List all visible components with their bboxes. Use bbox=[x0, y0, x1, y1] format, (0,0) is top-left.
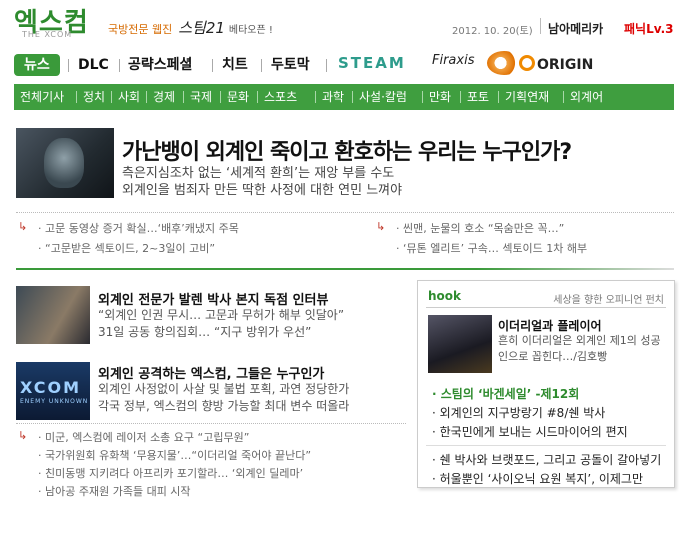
xcom-logo-sub: ENEMY UNKNOWN bbox=[20, 398, 89, 405]
current-date: 2012. 10. 20(토) bbox=[452, 26, 533, 37]
related-link[interactable]: · “고문받은 섹토이드, 2~3일이 고비” bbox=[38, 240, 215, 256]
section-photo[interactable]: 포토 bbox=[467, 84, 489, 110]
xcom-logo-text: XCOM bbox=[20, 378, 82, 397]
nav-news[interactable]: 뉴스 bbox=[14, 54, 60, 76]
bullet-link[interactable]: · 미군, 엑스컴에 레이저 소총 요구 “고립무원” bbox=[38, 429, 249, 445]
nav-dlc[interactable]: DLC bbox=[78, 54, 109, 76]
section-divider bbox=[460, 91, 461, 103]
related-link[interactable]: · ‘뮤톤 엘리트’ 구속… 섹토이드 1차 해부 bbox=[396, 240, 587, 256]
section-alien-lang[interactable]: 외계어 bbox=[570, 84, 603, 110]
section-all[interactable]: 전체기사 bbox=[20, 84, 64, 110]
related-link[interactable]: · 씬맨, 눈물의 호소 “목숨만은 꼭…” bbox=[396, 220, 564, 236]
nav-divider bbox=[326, 59, 327, 72]
hook-link[interactable]: · 허울뿐인 ‘사이오닉 요원 복지’, 이제그만 bbox=[432, 470, 643, 487]
divider-dotted bbox=[16, 423, 406, 424]
section-divider bbox=[76, 91, 77, 103]
headline-title[interactable]: 가난뱅이 외계인 죽이고 환호하는 우리는 누구인가? bbox=[122, 134, 572, 166]
headline-sub-line: 외계인을 범죄자 만든 딱한 사정에 대한 연민 느껴야 bbox=[122, 183, 403, 198]
tagline-beta: 베타오픈 ! bbox=[228, 25, 273, 36]
steam-logo[interactable]: STEAM bbox=[338, 54, 406, 72]
story-title[interactable]: 외계인 전문가 발렌 박사 본지 독점 인터뷰 bbox=[98, 289, 328, 308]
section-economy[interactable]: 경제 bbox=[153, 84, 175, 110]
nav-divider bbox=[212, 59, 213, 72]
site-header: 엑스컴 THE XCOM 국방전문 웹진 스팀21 베타오픈 ! 2012. 10.… bbox=[0, 0, 693, 48]
origin-logo[interactable]: ORIGIN bbox=[537, 57, 593, 73]
section-divider bbox=[352, 91, 353, 103]
nav-divider bbox=[119, 59, 120, 72]
hook-divider bbox=[426, 307, 666, 308]
section-nav: 전체기사 정치 사회 경제 국제 문화 스포츠 과학 사설·칼럼 만화 포토 기… bbox=[14, 84, 674, 110]
nav-divider bbox=[261, 59, 262, 72]
tagline[interactable]: 국방전문 웹진 스팀21 베타오픈 ! bbox=[108, 17, 273, 38]
related-arrow-icon: ↳ bbox=[18, 429, 28, 442]
section-rule bbox=[16, 268, 674, 270]
story-title[interactable]: 외계인 공격하는 엑스컴, 그들은 누구인가 bbox=[98, 363, 324, 382]
nav-comics[interactable]: 두토막 bbox=[271, 54, 310, 76]
firaxis-logo[interactable]: Firaxis bbox=[432, 53, 474, 68]
page: 엑스컴 THE XCOM 국방전문 웹진 스팀21 베타오픈 ! 2012. 10.… bbox=[0, 0, 693, 537]
section-divider bbox=[498, 91, 499, 103]
related-arrow-icon: ↳ bbox=[376, 220, 386, 233]
section-divider bbox=[315, 91, 316, 103]
bullet-link[interactable]: · 남아공 주재원 가족들 대피 시작 bbox=[38, 483, 191, 499]
header-divider bbox=[540, 18, 541, 34]
related-arrow-icon: ↳ bbox=[18, 220, 28, 233]
bullet-link[interactable]: · 국가위원회 유화책 ‘무용지물’…“이더리얼 죽어야 끝난다” bbox=[38, 447, 311, 463]
nav-cheats[interactable]: 치트 bbox=[222, 54, 248, 76]
hook-title[interactable]: 이더리얼과 플레이어 bbox=[498, 317, 602, 334]
section-sports[interactable]: 스포츠 bbox=[264, 84, 297, 110]
firaxis-swirl-icon bbox=[487, 51, 521, 75]
origin-ring-icon bbox=[519, 55, 535, 71]
hook-link[interactable]: · 한국민에게 보내는 시드마이어의 편지 bbox=[432, 423, 628, 440]
hook-tagline: 세상을 향한 오피니언 펀치 bbox=[553, 295, 664, 306]
section-divider bbox=[422, 91, 423, 103]
bullet-link[interactable]: · 친미동맹 지키려다 아프리카 포기할라… ‘외계인 딜레마’ bbox=[38, 465, 303, 481]
hook-link[interactable]: · 쉔 박사와 브랫포드, 그리고 공돌이 갈아넣기 bbox=[432, 451, 661, 468]
site-logo-sub: THE XCOM bbox=[22, 30, 73, 39]
section-comics[interactable]: 만화 bbox=[429, 84, 451, 110]
hook-opinion-box: hook 세상을 향한 오피니언 펀치 이더리얼과 플레이어 흔히 이더리얼은 … bbox=[417, 280, 675, 488]
story-summary: 외계인 사정없이 사살 및 불법 포획, 과연 정당한가 각국 정부, 엑스컴의… bbox=[98, 382, 350, 413]
section-divider bbox=[146, 91, 147, 103]
section-culture[interactable]: 문화 bbox=[227, 84, 249, 110]
divider-dotted bbox=[16, 212, 674, 213]
story-image-interview[interactable] bbox=[16, 286, 90, 344]
hook-divider bbox=[426, 445, 666, 446]
story-summary: “외계인 인권 무시… 고문과 무허가 해부 잇달아” 31일 공동 항의집회…… bbox=[98, 308, 345, 339]
section-divider bbox=[257, 91, 258, 103]
nav-divider bbox=[68, 59, 69, 72]
section-opinion[interactable]: 사설·칼럼 bbox=[359, 84, 407, 110]
hook-link[interactable]: · 외계인의 지구방랑기 #8/쉔 박사 bbox=[432, 404, 605, 421]
section-world[interactable]: 국제 bbox=[190, 84, 212, 110]
user-name[interactable]: 남아메리카 bbox=[548, 20, 603, 37]
headline-image[interactable] bbox=[16, 128, 114, 198]
hook-description: 흔히 이더리얼은 외계인 제1의 성공 인으로 꼽힌다…/김호빵 bbox=[498, 334, 661, 363]
headline-sub-line: 측은지심조차 없는 ‘세계적 환희’는 재앙 부를 수도 bbox=[122, 166, 395, 181]
section-divider bbox=[563, 91, 564, 103]
headline-subtitle: 측은지심조차 없는 ‘세계적 환희’는 재앙 부를 수도 외계인을 범죄자 만든… bbox=[122, 165, 402, 199]
related-link[interactable]: · 고문 동영상 증거 확실…‘배후’캐냈지 주목 bbox=[38, 220, 239, 236]
section-science[interactable]: 과학 bbox=[322, 84, 344, 110]
hook-heading[interactable]: hook bbox=[428, 289, 461, 303]
section-politics[interactable]: 정치 bbox=[83, 84, 105, 110]
section-divider bbox=[220, 91, 221, 103]
hook-image[interactable] bbox=[428, 315, 492, 373]
tagline-text: 국방전문 웹진 bbox=[108, 23, 173, 36]
section-divider bbox=[111, 91, 112, 103]
nav-guides[interactable]: 공략스페셜 bbox=[128, 54, 192, 76]
tagline-brand: 스팀21 bbox=[178, 19, 225, 37]
section-divider bbox=[183, 91, 184, 103]
user-level: 패닉Lv.3 bbox=[624, 22, 674, 36]
hook-link[interactable]: · 스팀의 ‘바겐세일’ -제12회 bbox=[432, 385, 579, 402]
section-society[interactable]: 사회 bbox=[118, 84, 140, 110]
section-series[interactable]: 기획연재 bbox=[505, 84, 549, 110]
